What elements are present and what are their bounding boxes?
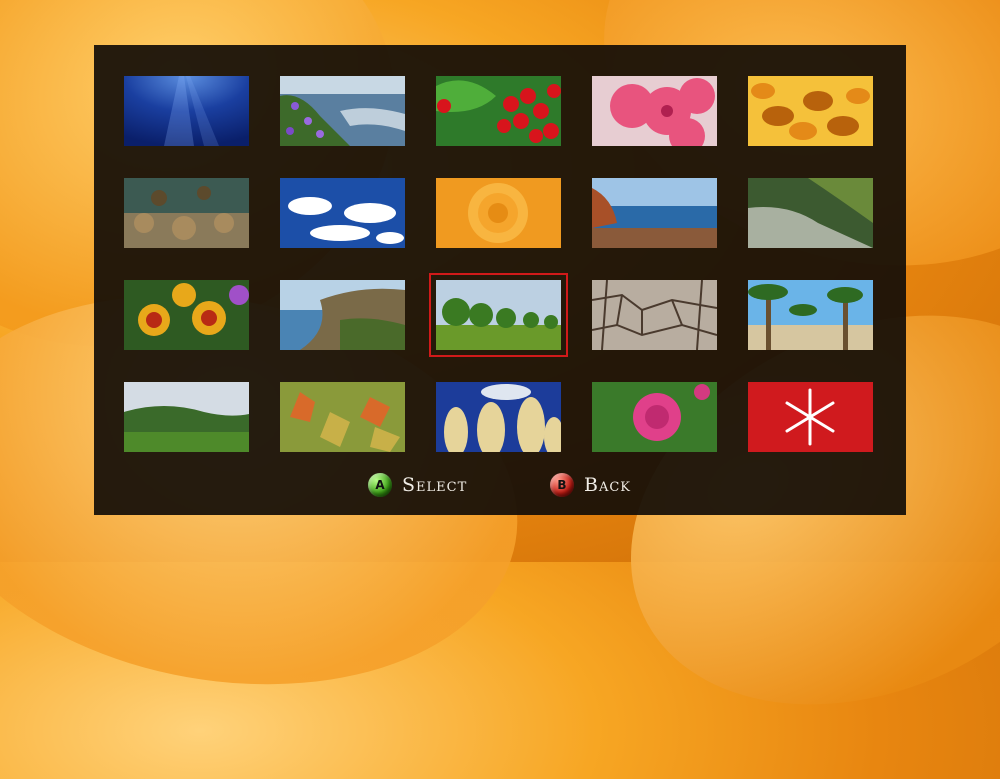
thumb-underwater-rays[interactable] — [124, 76, 249, 146]
thumb-pampas-grass[interactable] — [436, 382, 561, 452]
thumb-orange-rose[interactable] — [436, 178, 561, 248]
b-button-icon: B — [550, 473, 574, 497]
thumb-snowflake[interactable] — [748, 382, 873, 452]
thumb-mountain-stream[interactable] — [748, 178, 873, 248]
thumb-blue-sky-clouds[interactable] — [280, 178, 405, 248]
background-picker-panel: A Select B Back — [94, 45, 906, 515]
thumb-pink-blossom[interactable] — [592, 76, 717, 146]
thumb-autumn-leaves[interactable] — [748, 76, 873, 146]
thumb-palm-trees[interactable] — [748, 280, 873, 350]
thumb-sea-cliffs[interactable] — [280, 280, 405, 350]
controller-hints: A Select B Back — [94, 471, 906, 499]
thumb-coral-reef[interactable] — [124, 178, 249, 248]
thumb-rocky-beach[interactable] — [592, 178, 717, 248]
thumb-coast-flowers[interactable] — [280, 76, 405, 146]
back-hint[interactable]: B Back — [550, 471, 631, 499]
thumb-maple-leaves[interactable] — [280, 382, 405, 452]
a-button-icon: A — [368, 473, 392, 497]
thumb-park-trees[interactable] — [429, 273, 568, 357]
thumb-red-berries[interactable] — [436, 76, 561, 146]
back-label: Back — [584, 474, 632, 496]
thumb-cracked-earth[interactable] — [592, 280, 717, 350]
thumb-green-hills[interactable] — [124, 382, 249, 452]
thumb-pink-rose[interactable] — [592, 382, 717, 452]
select-label: Select — [402, 474, 468, 496]
select-hint[interactable]: A Select — [368, 471, 467, 499]
thumb-marigolds[interactable] — [124, 280, 249, 350]
